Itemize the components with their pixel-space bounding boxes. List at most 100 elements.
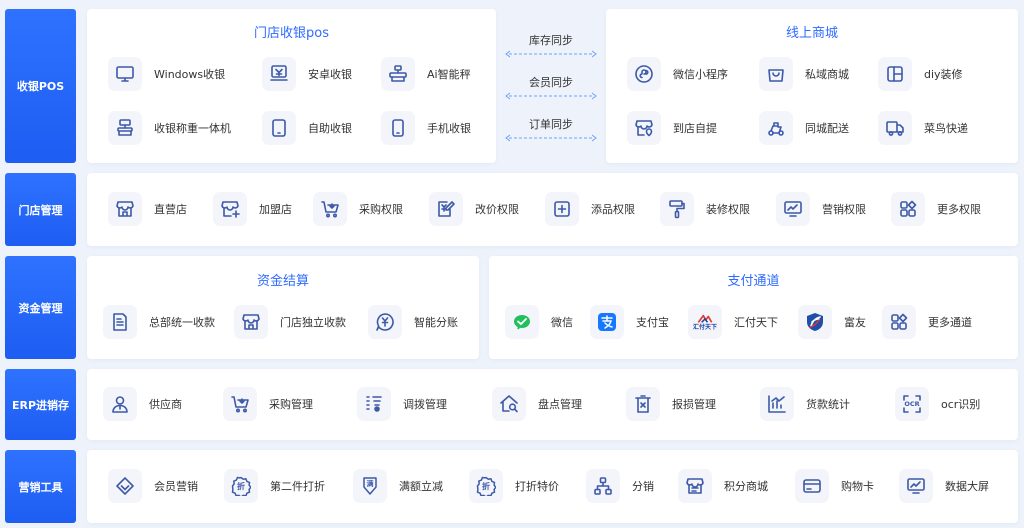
item-member-marketing[interactable]: 会员营销 (108, 469, 198, 503)
item-label: 购物卡 (841, 480, 874, 493)
double-arrow-icon (505, 50, 597, 58)
sidebar-label: 资金管理 (18, 301, 63, 315)
sidebar-item-finance-management[interactable]: 资金管理 (5, 256, 76, 359)
item-transfer-management[interactable]: 调拨管理 (357, 387, 447, 421)
discount-icon-text: 折 (237, 481, 245, 491)
item-label: Windows收银 (154, 68, 226, 81)
item-label: 货款统计 (806, 398, 850, 411)
item-add-product-permission[interactable]: 添品权限 (545, 192, 635, 226)
cart-icon (313, 192, 347, 226)
item-label: 第二件打折 (270, 480, 325, 493)
item-decoration-permission[interactable]: 装修权限 (660, 192, 750, 226)
item-mobile-pos[interactable]: 手机收银 (381, 111, 471, 145)
item-more-channels[interactable]: 更多通道 (882, 305, 972, 339)
tablet-icon (262, 111, 296, 145)
item-store-pickup[interactable]: 到店自提 (627, 111, 717, 145)
item-shopping-card[interactable]: 购物卡 (795, 469, 874, 503)
item-store-independent-collection[interactable]: 门店独立收款 (234, 305, 346, 339)
sidebar-item-store-management[interactable]: 门店管理 (5, 173, 76, 246)
item-label: 满额立减 (399, 480, 443, 493)
item-label: 数据大屏 (945, 480, 989, 493)
item-smart-split[interactable]: 智能分账 (368, 305, 458, 339)
ocr-icon: OCR (895, 387, 929, 421)
item-windows-pos[interactable]: Windows收银 (108, 57, 225, 91)
store-pos-panel: 门店收银pos Windows收银 安卓收银 Ai智能秤 收银称重一体机 自助收… (87, 9, 496, 163)
item-label: 采购管理 (269, 398, 313, 411)
sidebar-item-marketing-tools[interactable]: 营销工具 (5, 450, 76, 523)
chart-screen-icon (776, 192, 810, 226)
item-direct-store[interactable]: 直营店 (108, 192, 187, 226)
item-huifu[interactable]: 汇付天下 汇付天下 (688, 305, 778, 339)
item-payment-statistics[interactable]: 货款统计 (760, 387, 850, 421)
item-diy-decoration[interactable]: diy装修 (878, 57, 963, 91)
item-label: 营销权限 (822, 203, 866, 216)
store-icon (234, 305, 268, 339)
document-icon (103, 305, 137, 339)
coupon-icon-text: 满 (366, 480, 374, 488)
item-label: 到店自提 (673, 122, 717, 135)
transfer-icon (357, 387, 391, 421)
item-cainiao-express[interactable]: 菜鸟快递 (878, 111, 968, 145)
cart-icon (223, 387, 257, 421)
item-local-delivery[interactable]: 同城配送 (759, 111, 849, 145)
sync-inventory: 库存同步 (498, 32, 604, 58)
item-label: 总部统一收款 (149, 316, 215, 329)
item-supplier[interactable]: 供应商 (103, 387, 182, 421)
item-label: 智能分账 (414, 316, 458, 329)
item-data-dashboard[interactable]: 数据大屏 (899, 469, 989, 503)
item-purchase-management[interactable]: 采购管理 (223, 387, 313, 421)
sidebar-label: 门店管理 (18, 203, 63, 217)
grid-more-icon (882, 305, 916, 339)
item-self-checkout[interactable]: 自助收银 (262, 111, 352, 145)
item-more-permissions[interactable]: 更多权限 (891, 192, 981, 226)
alipay-icon (590, 305, 624, 339)
item-inventory-check[interactable]: 盘点管理 (492, 387, 582, 421)
item-fuyou[interactable]: 富友 (798, 305, 866, 339)
store-pos-title: 门店收银pos (254, 26, 329, 41)
payment-channel-panel: 支付通道 微信 支付宝 汇付天下 汇付天下 富友 更多通道 (489, 256, 1018, 359)
store-pickup-icon (627, 111, 661, 145)
cashier-icon (262, 57, 296, 91)
huifu-logo-text: 汇付天下 (692, 323, 717, 331)
item-label: 供应商 (149, 398, 182, 411)
item-label: 更多通道 (928, 316, 972, 329)
sidebar-item-erp[interactable]: ERP进销存 (5, 369, 76, 440)
item-android-pos[interactable]: 安卓收银 (262, 57, 352, 91)
sidebar-item-pos[interactable]: 收银POS (5, 9, 76, 163)
item-ocr-recognition[interactable]: OCR ocr识别 (895, 387, 980, 421)
item-hq-unified-collection[interactable]: 总部统一收款 (103, 305, 215, 339)
item-second-item-discount[interactable]: 折 第二件打折 (224, 469, 325, 503)
item-loss-report[interactable]: 报损管理 (626, 387, 716, 421)
monitor-icon (108, 57, 142, 91)
item-discount-special[interactable]: 折 打折特价 (469, 469, 559, 503)
item-full-reduction[interactable]: 满 满额立减 (353, 469, 443, 503)
item-private-mall[interactable]: 私域商城 (759, 57, 849, 91)
item-distribution[interactable]: 分销 (586, 469, 654, 503)
ocr-icon-text: OCR (904, 400, 920, 408)
item-label: 盘点管理 (538, 398, 582, 411)
item-label: 调拨管理 (403, 398, 447, 411)
sync-member: 会员同步 (498, 74, 604, 100)
person-icon (103, 387, 137, 421)
network-icon (586, 469, 620, 503)
item-wechat-mini-program[interactable]: 微信小程序 (627, 57, 728, 91)
item-label: 打折特价 (515, 480, 559, 493)
item-points-mall[interactable]: 积分商城 (678, 469, 768, 503)
grid-more-icon (891, 192, 925, 226)
item-franchise-store[interactable]: 加盟店 (213, 192, 292, 226)
item-label: 门店独立收款 (280, 316, 346, 329)
item-wechat-pay[interactable]: 微信 (505, 305, 573, 339)
item-label: Ai智能秤 (427, 68, 471, 81)
item-price-change-permission[interactable]: 改价权限 (429, 192, 519, 226)
money-chat-icon (368, 305, 402, 339)
item-label: 微信小程序 (673, 68, 728, 81)
dashboard-screen-icon (899, 469, 933, 503)
item-alipay[interactable]: 支付宝 (590, 305, 669, 339)
item-label: 私域商城 (805, 68, 849, 81)
payment-channel-title: 支付通道 (727, 274, 780, 289)
wechat-icon (505, 305, 539, 339)
item-ai-scale[interactable]: Ai智能秤 (381, 57, 471, 91)
item-purchase-permission[interactable]: 采购权限 (313, 192, 403, 226)
item-weighing-all-in-one[interactable]: 收银称重一体机 (108, 111, 231, 145)
item-marketing-permission[interactable]: 营销权限 (776, 192, 866, 226)
